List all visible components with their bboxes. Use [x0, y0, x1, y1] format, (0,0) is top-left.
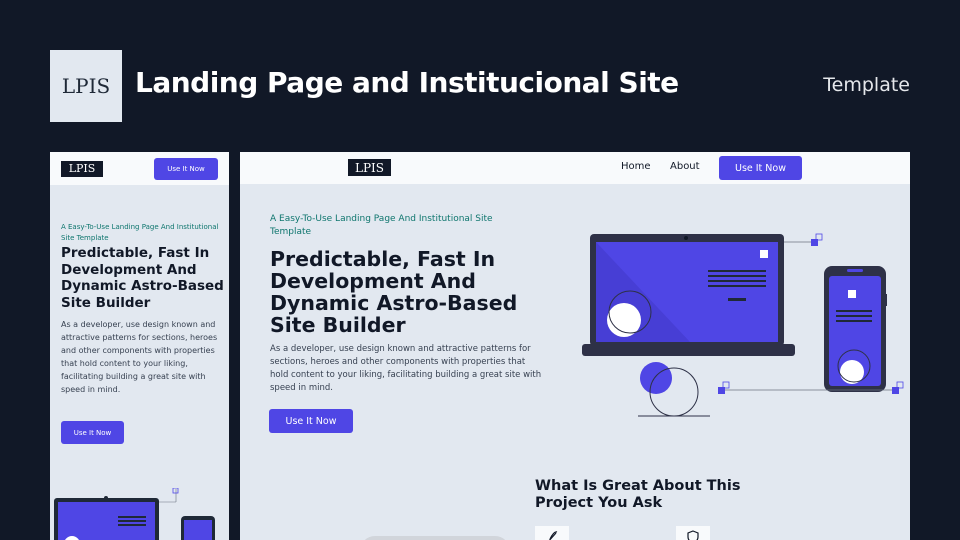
nav-about-link[interactable]: About [670, 161, 700, 172]
features-section-title: What Is Great About This Project You Ask [535, 478, 741, 511]
desktop-logo[interactable]: LPIS [348, 159, 391, 176]
feature-card-1 [535, 526, 569, 540]
phone-icon [824, 266, 887, 392]
nav-cta-button[interactable]: Use It Now [719, 156, 802, 180]
hero-illustration [582, 233, 904, 417]
laptop-icon [582, 234, 795, 356]
hero-eyebrow: A Easy-To-Use Landing Page And Instituti… [270, 214, 493, 237]
banner-logo: LPIS [50, 50, 122, 122]
shield-icon [687, 530, 699, 540]
nav-home-link[interactable]: Home [621, 161, 651, 172]
desktop-preview: LPIS Home About Use It Now A Easy-To-Use… [240, 152, 910, 540]
hero-cta-button[interactable]: Use It Now [269, 409, 353, 433]
accent-circle [640, 362, 672, 394]
mobile-hero-title: Predictable, Fast In Development And Dyn… [61, 245, 224, 311]
feature-card-2 [676, 526, 710, 540]
mobile-hero-body: As a developer, use design known and att… [61, 320, 218, 394]
hero-body: As a developer, use design known and att… [270, 344, 542, 393]
mobile-preview: LPIS Use It Now A Easy-To-Use Landing Pa… [50, 152, 229, 540]
mobile-hero-illustration [54, 488, 215, 540]
mobile-hero-cta-button[interactable]: Use It Now [61, 421, 124, 444]
desktop-header: LPIS Home About Use It Now [240, 152, 910, 184]
banner-tag: Template [823, 74, 910, 96]
decorative-blob [360, 536, 510, 540]
banner-logo-text: LPIS [61, 74, 111, 98]
banner-title: Landing Page and Institucional Site [135, 66, 679, 99]
mobile-logo[interactable]: LPIS [61, 160, 103, 177]
mobile-nav-cta-button[interactable]: Use It Now [154, 157, 218, 180]
mobile-header: LPIS Use It Now [50, 152, 229, 185]
hero-title: Predictable, Fast In Development And Dyn… [270, 247, 518, 337]
mobile-hero-eyebrow: A Easy-To-Use Landing Page And Instituti… [61, 223, 219, 242]
feather-icon [548, 531, 558, 540]
